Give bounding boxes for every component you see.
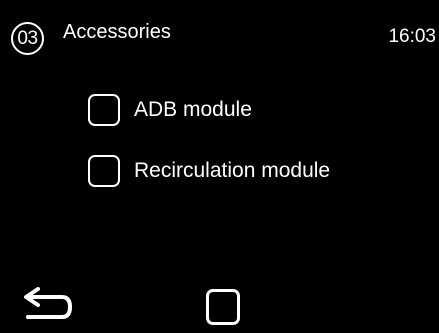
option-adb-module[interactable]: ADB module	[88, 92, 252, 128]
page-title: Accessories	[63, 21, 171, 43]
recirculation-module-label: Recirculation module	[134, 159, 331, 182]
back-arrow-icon	[24, 287, 72, 319]
home-button[interactable]	[206, 289, 240, 325]
clock-time: 16:03	[388, 26, 436, 47]
option-recirculation-module[interactable]: Recirculation module	[88, 153, 330, 189]
recirculation-module-checkbox[interactable]	[88, 155, 120, 187]
back-button[interactable]	[22, 283, 76, 323]
step-number: 03	[17, 27, 38, 49]
adb-module-checkbox[interactable]	[88, 94, 120, 126]
step-number-badge: 03	[11, 22, 44, 55]
adb-module-label: ADB module	[134, 98, 252, 121]
